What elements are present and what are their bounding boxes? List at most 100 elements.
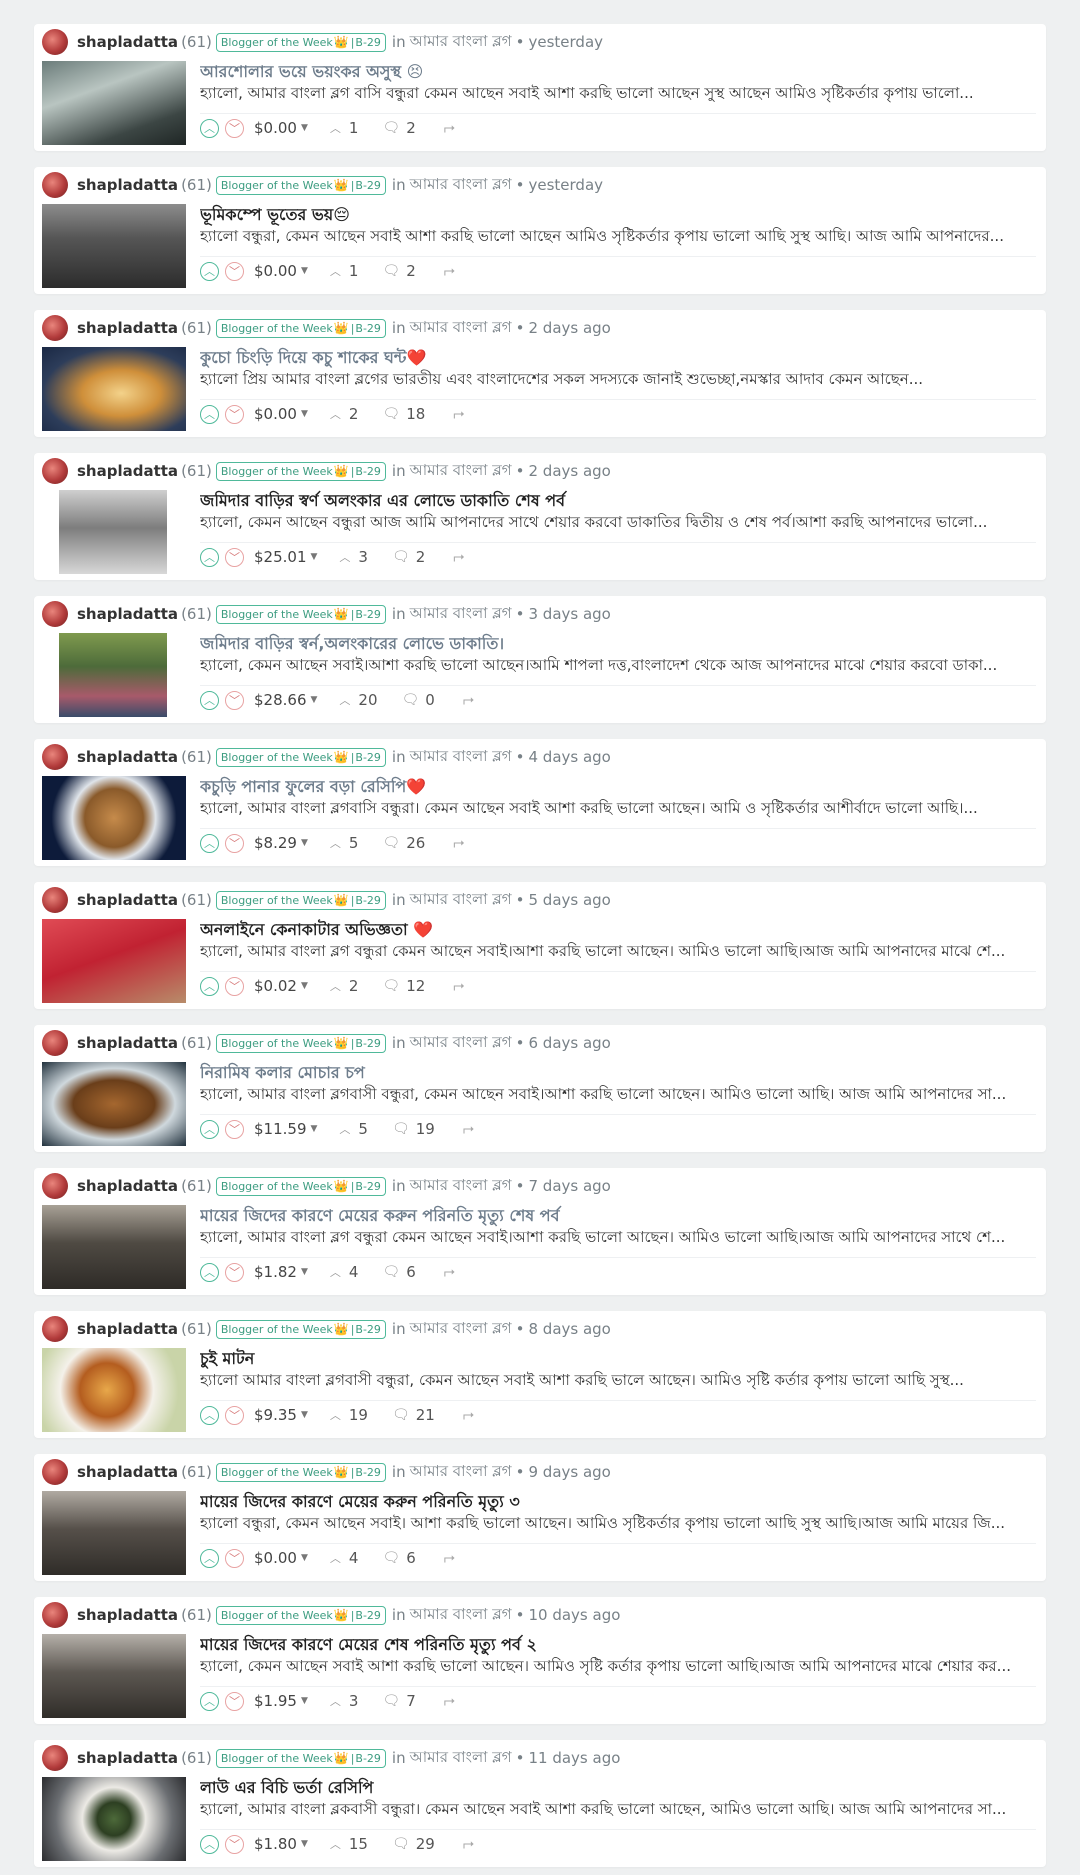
chevron-up-circle-icon[interactable]: ︿ <box>200 1119 219 1139</box>
chevron-up-circle-icon[interactable]: ︿ <box>200 1691 219 1711</box>
comment-count[interactable]: 6 <box>406 1549 416 1567</box>
post-timestamp[interactable]: 3 days ago <box>528 605 610 623</box>
community-link[interactable]: আমার বাংলা ব্লগ <box>410 1746 512 1771</box>
post-thumbnail[interactable] <box>59 633 167 717</box>
author-link[interactable]: shapladatta <box>77 1749 178 1767</box>
payout-value[interactable]: $9.35 <box>254 1406 297 1424</box>
author-link[interactable]: shapladatta <box>77 1320 178 1338</box>
community-link[interactable]: আমার বাংলা ব্লগ <box>410 745 512 770</box>
vote-count[interactable]: 1 <box>349 119 359 137</box>
reblog-icon[interactable]: ⮣ <box>453 549 464 565</box>
comment-count[interactable]: 18 <box>406 405 425 423</box>
post-summary[interactable]: হ্যালো, কেমন আছেন বন্ধুরা আজ আমি আপনাদের… <box>200 511 1036 543</box>
payout-value[interactable]: $0.00 <box>254 119 297 137</box>
post-summary[interactable]: হ্যালো, আমার বাংলা ব্লগ বাসি বন্ধুরা কেম… <box>200 82 1036 114</box>
community-link[interactable]: আমার বাংলা ব্লগ <box>410 316 512 341</box>
chevron-down-circle-icon[interactable]: ﹀ <box>225 404 244 424</box>
author-link[interactable]: shapladatta <box>77 319 178 337</box>
comment-count[interactable]: 2 <box>406 119 416 137</box>
reblog-icon[interactable]: ⮣ <box>463 1836 474 1852</box>
chevron-down-circle-icon[interactable]: ﹀ <box>225 261 244 281</box>
vote-count[interactable]: 19 <box>349 1406 368 1424</box>
post-thumbnail[interactable] <box>42 776 186 860</box>
comment-count[interactable]: 2 <box>416 548 426 566</box>
chevron-up-circle-icon[interactable]: ︿ <box>200 976 219 996</box>
payout-value[interactable]: $8.29 <box>254 834 297 852</box>
post-timestamp[interactable]: 7 days ago <box>528 1177 610 1195</box>
post-timestamp[interactable]: yesterday <box>528 176 603 194</box>
chevron-up-circle-icon[interactable]: ︿ <box>200 833 219 853</box>
caret-down-icon[interactable]: ▼ <box>301 1839 308 1849</box>
avatar[interactable] <box>42 29 68 55</box>
vote-count[interactable]: 2 <box>349 405 359 423</box>
post-thumbnail[interactable] <box>59 490 167 574</box>
chevron-down-circle-icon[interactable]: ﹀ <box>225 1548 244 1568</box>
post-summary[interactable]: হ্যালো প্রিয় আমার বাংলা ব্লগের ভারতীয় … <box>200 368 1036 400</box>
vote-count[interactable]: 3 <box>358 548 368 566</box>
post-thumbnail[interactable] <box>42 61 186 145</box>
payout-value[interactable]: $1.82 <box>254 1263 297 1281</box>
comment-count[interactable]: 12 <box>406 977 425 995</box>
post-summary[interactable]: হ্যালো, কেমন আছেন সবাই আশা করছি ভালো আছে… <box>200 1655 1036 1687</box>
post-thumbnail[interactable] <box>42 1777 186 1861</box>
community-link[interactable]: আমার বাংলা ব্লগ <box>410 1460 512 1485</box>
reblog-icon[interactable]: ⮣ <box>444 263 455 279</box>
community-link[interactable]: আমার বাংলা ব্লগ <box>410 1603 512 1628</box>
community-link[interactable]: আমার বাংলা ব্লগ <box>410 173 512 198</box>
avatar[interactable] <box>42 458 68 484</box>
payout-value[interactable]: $1.80 <box>254 1835 297 1853</box>
chevron-down-circle-icon[interactable]: ﹀ <box>225 1834 244 1854</box>
post-thumbnail[interactable] <box>42 1062 186 1146</box>
comment-count[interactable]: 29 <box>416 1835 435 1853</box>
vote-count[interactable]: 5 <box>349 834 359 852</box>
comment-count[interactable]: 2 <box>406 262 416 280</box>
post-summary[interactable]: হ্যালো বন্ধুরা, কেমন আছেন সবাই। আশা করছি… <box>200 1512 1036 1544</box>
vote-count[interactable]: 1 <box>349 262 359 280</box>
caret-down-icon[interactable]: ▼ <box>301 1267 308 1277</box>
avatar[interactable] <box>42 744 68 770</box>
post-timestamp[interactable]: 2 days ago <box>528 462 610 480</box>
caret-down-icon[interactable]: ▼ <box>301 838 308 848</box>
comment-count[interactable]: 21 <box>416 1406 435 1424</box>
post-summary[interactable]: হ্যালো বন্ধুরা, কেমন আছেন সবাই আশা করছি … <box>200 225 1036 257</box>
avatar[interactable] <box>42 1602 68 1628</box>
payout-value[interactable]: $0.00 <box>254 1549 297 1567</box>
caret-down-icon[interactable]: ▼ <box>301 1553 308 1563</box>
avatar[interactable] <box>42 315 68 341</box>
avatar[interactable] <box>42 1173 68 1199</box>
author-link[interactable]: shapladatta <box>77 1034 178 1052</box>
post-timestamp[interactable]: 8 days ago <box>528 1320 610 1338</box>
reblog-icon[interactable]: ⮣ <box>463 1407 474 1423</box>
reblog-icon[interactable]: ⮣ <box>463 1121 474 1137</box>
caret-down-icon[interactable]: ▼ <box>301 123 308 133</box>
vote-count[interactable]: 20 <box>358 691 377 709</box>
chevron-up-circle-icon[interactable]: ︿ <box>200 1262 219 1282</box>
chevron-down-circle-icon[interactable]: ﹀ <box>225 976 244 996</box>
author-link[interactable]: shapladatta <box>77 33 178 51</box>
caret-down-icon[interactable]: ▼ <box>311 552 318 562</box>
comment-count[interactable]: 0 <box>425 691 435 709</box>
author-link[interactable]: shapladatta <box>77 462 178 480</box>
post-timestamp[interactable]: 4 days ago <box>528 748 610 766</box>
comment-count[interactable]: 26 <box>406 834 425 852</box>
caret-down-icon[interactable]: ▼ <box>301 1410 308 1420</box>
reblog-icon[interactable]: ⮣ <box>453 978 464 994</box>
avatar[interactable] <box>42 1745 68 1771</box>
chevron-up-circle-icon[interactable]: ︿ <box>200 1548 219 1568</box>
reblog-icon[interactable]: ⮣ <box>453 406 464 422</box>
author-link[interactable]: shapladatta <box>77 748 178 766</box>
chevron-down-circle-icon[interactable]: ﹀ <box>225 1262 244 1282</box>
chevron-down-circle-icon[interactable]: ﹀ <box>225 1119 244 1139</box>
post-timestamp[interactable]: yesterday <box>528 33 603 51</box>
community-link[interactable]: আমার বাংলা ব্লগ <box>410 1031 512 1056</box>
chevron-up-circle-icon[interactable]: ︿ <box>200 690 219 710</box>
chevron-up-circle-icon[interactable]: ︿ <box>200 547 219 567</box>
reblog-icon[interactable]: ⮣ <box>444 1264 455 1280</box>
author-link[interactable]: shapladatta <box>77 891 178 909</box>
comment-count[interactable]: 6 <box>406 1263 416 1281</box>
post-summary[interactable]: হ্যালো, আমার বাংলা ব্লগবাসী বন্ধুরা, কেম… <box>200 1083 1036 1115</box>
avatar[interactable] <box>42 172 68 198</box>
post-summary[interactable]: হ্যালো, আমার বাংলা ব্লগবাসি বন্ধুরা। কেম… <box>200 797 1036 829</box>
payout-value[interactable]: $1.95 <box>254 1692 297 1710</box>
payout-value[interactable]: $0.00 <box>254 262 297 280</box>
